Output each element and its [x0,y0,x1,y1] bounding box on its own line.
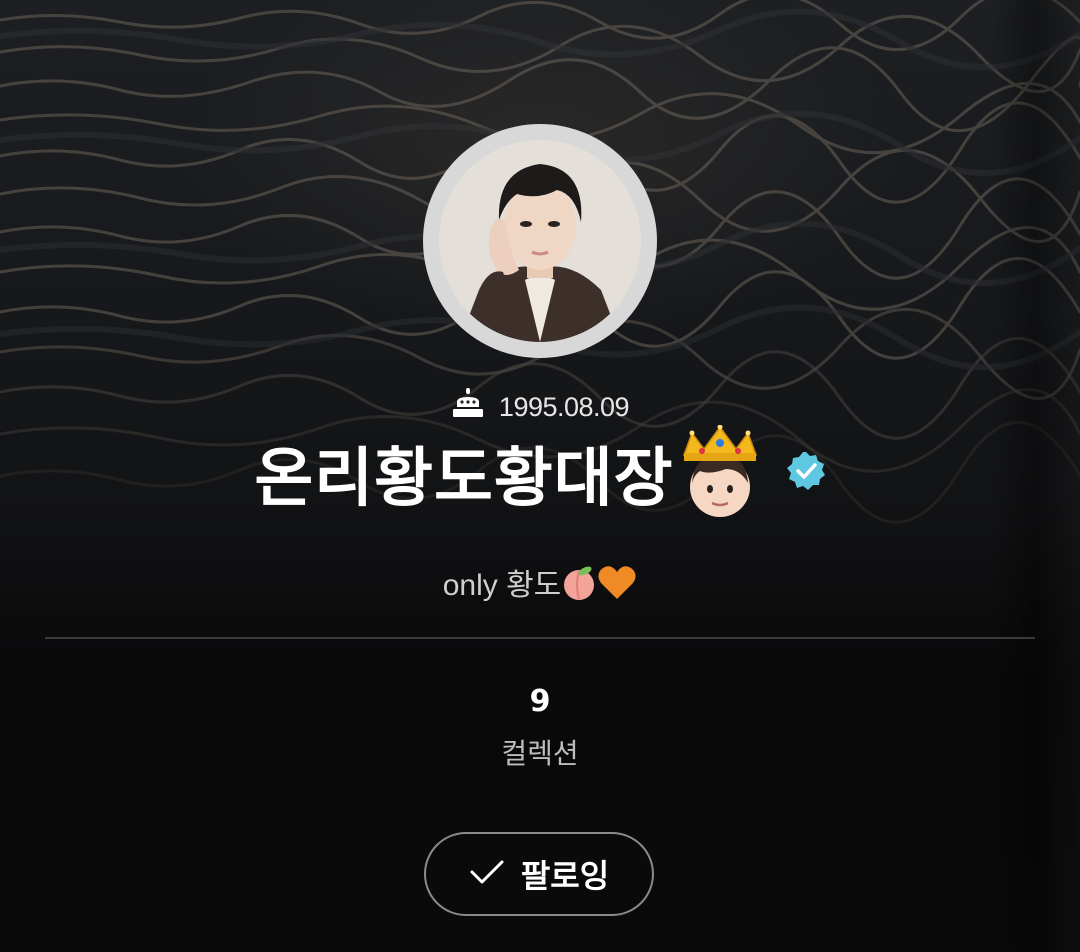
avatar[interactable] [439,140,641,342]
profile-page: 1995.08.09 온리황도황대장 only 황도 9 컬렉션 팔로잉 [0,0,1080,952]
crown-boy-emoji [680,424,760,521]
collections-count[interactable]: 9 [0,684,1080,719]
bio-row: only 황도 [0,560,1080,609]
birthday-text: 1995.08.09 [498,392,630,422]
verified-badge-icon [786,451,826,495]
birthday-row: 1995.08.09 [0,388,1080,427]
following-button[interactable]: 팔로잉 [424,832,654,916]
profile-name: 온리황도황대장 [254,442,674,516]
bio-text: only 황도 [442,569,562,602]
divider [45,637,1035,639]
following-label: 팔로잉 [520,857,610,895]
peach-emoji [561,565,597,609]
avatar-photo [439,140,641,342]
cake-icon [451,388,485,427]
orange-heart-emoji [597,565,637,609]
collections-label[interactable]: 컬렉션 [0,732,1080,772]
profile-name-row: 온리황도황대장 [0,424,1080,525]
checkmark-icon [469,858,505,890]
